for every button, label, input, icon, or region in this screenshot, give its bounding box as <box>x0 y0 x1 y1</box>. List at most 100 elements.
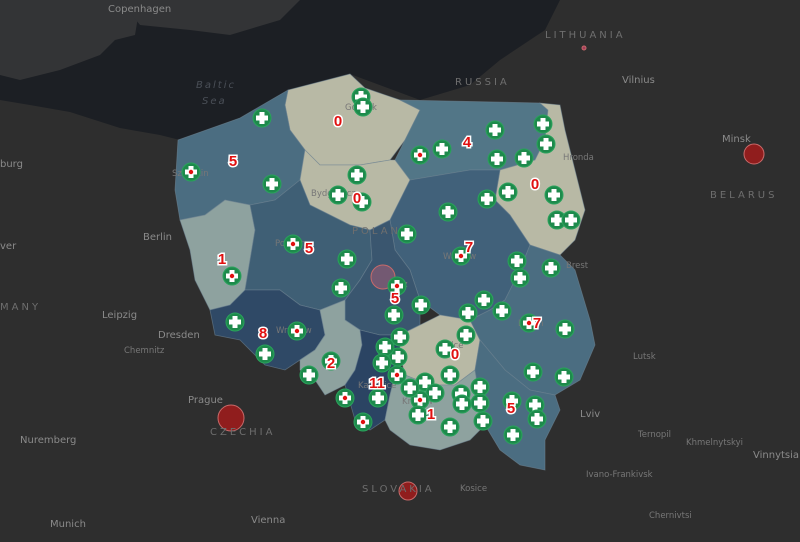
city-label: Vilnius <box>622 75 655 86</box>
medical-cross-icon[interactable] <box>555 319 575 339</box>
medical-cross-icon[interactable] <box>514 148 534 168</box>
medical-cross-icon[interactable] <box>536 134 556 154</box>
medical-cross-icon[interactable] <box>458 303 478 323</box>
medical-cross-icon[interactable] <box>255 344 275 364</box>
region-count-podkarpackie: 5 <box>507 400 515 417</box>
medical-cross-icon[interactable] <box>541 258 561 278</box>
medical-cross-icon[interactable] <box>432 139 452 159</box>
medical-cross-icon[interactable] <box>477 189 497 209</box>
sea-label: Baltic <box>196 80 236 91</box>
medical-cross-icon[interactable] <box>452 394 472 414</box>
medical-cross-icon[interactable] <box>470 393 490 413</box>
region-count-zachodniopomorskie: 5 <box>229 153 237 170</box>
city-label: Kosice <box>460 484 487 494</box>
medical-cross-icon[interactable] <box>353 412 373 432</box>
city-label: Chernivtsi <box>649 511 692 521</box>
city-label: Lutsk <box>633 352 656 362</box>
region-count-slaskie: 11 <box>369 375 385 392</box>
medical-cross-icon[interactable] <box>492 301 512 321</box>
region-count-lubelskie: 7 <box>533 315 541 332</box>
medical-cross-icon[interactable] <box>283 234 303 254</box>
medical-cross-icon[interactable] <box>523 362 543 382</box>
medical-cross-icon[interactable] <box>544 185 564 205</box>
city-label: Berlin <box>143 232 172 243</box>
medical-cross-icon[interactable] <box>456 325 476 345</box>
hotspot-circle-icon[interactable] <box>743 143 765 165</box>
country-label: RUSSIA <box>455 77 510 88</box>
medical-cross-icon[interactable] <box>507 251 527 271</box>
map-canvas[interactable]: Copenhagen burg Berlin ver Leipzig Dresden Che… <box>0 0 800 542</box>
medical-cross-icon[interactable] <box>510 268 530 288</box>
medical-cross-icon[interactable] <box>498 182 518 202</box>
medical-cross-icon[interactable] <box>328 185 348 205</box>
medical-cross-icon[interactable] <box>410 145 430 165</box>
medical-cross-icon[interactable] <box>533 114 553 134</box>
medical-cross-icon[interactable] <box>438 202 458 222</box>
medical-cross-icon[interactable] <box>470 377 490 397</box>
medical-cross-icon[interactable] <box>408 405 428 425</box>
medical-cross-icon[interactable] <box>353 97 373 117</box>
medical-cross-icon[interactable] <box>299 365 319 385</box>
medical-cross-icon[interactable] <box>375 337 395 357</box>
country-label: BELARUS <box>710 190 777 201</box>
hotspot-circle-icon[interactable] <box>581 45 587 51</box>
sea-label: Sea <box>202 96 227 107</box>
region-count-dolnoslaskie: 8 <box>259 325 267 342</box>
region-count-lodzkie: 5 <box>391 290 399 307</box>
medical-cross-icon[interactable] <box>554 367 574 387</box>
region-count-wielkopolskie: 5 <box>305 240 313 257</box>
region-count-pomorskie: 0 <box>334 113 342 130</box>
medical-cross-icon[interactable] <box>181 162 201 182</box>
city-label: burg <box>0 159 23 170</box>
city-label: Vienna <box>251 515 285 526</box>
medical-cross-icon[interactable] <box>474 290 494 310</box>
medical-cross-icon[interactable] <box>503 425 523 445</box>
city-label: Prague <box>188 395 223 406</box>
region-count-kujawsko-pomorskie: 0 <box>353 190 361 207</box>
city-label: Nuremberg <box>20 435 76 446</box>
medical-cross-icon[interactable] <box>400 378 420 398</box>
medical-cross-icon[interactable] <box>527 409 547 429</box>
map-view[interactable]: Copenhagen burg Berlin ver Leipzig Dresden Che… <box>0 0 800 542</box>
city-label: Leipzig <box>102 310 137 321</box>
country-label: SLOVAKIA <box>362 484 435 495</box>
city-label: Dresden <box>158 330 200 341</box>
medical-cross-icon[interactable] <box>372 353 392 373</box>
city-label: Minsk <box>722 134 751 145</box>
region-count-opolskie: 2 <box>327 355 335 372</box>
region-count-warminsko-mazurskie: 4 <box>463 134 472 151</box>
medical-cross-icon[interactable] <box>473 411 493 431</box>
medical-cross-icon[interactable] <box>287 321 307 341</box>
medical-cross-icon[interactable] <box>561 210 581 230</box>
medical-cross-icon[interactable] <box>225 312 245 332</box>
medical-cross-icon[interactable] <box>222 266 242 286</box>
region-count-podlaskie: 0 <box>531 176 539 193</box>
medical-cross-icon[interactable] <box>262 174 282 194</box>
medical-cross-icon[interactable] <box>487 149 507 169</box>
medical-cross-icon[interactable] <box>337 249 357 269</box>
city-label: Hronda <box>563 153 594 163</box>
medical-cross-icon[interactable] <box>397 224 417 244</box>
medical-cross-icon[interactable] <box>252 108 272 128</box>
medical-cross-icon[interactable] <box>411 295 431 315</box>
region-count-lubuskie: 1 <box>218 251 226 268</box>
city-label: Chemnitz <box>124 346 165 356</box>
region-count-mazowieckie: 7 <box>465 239 473 256</box>
medical-cross-icon[interactable] <box>440 365 460 385</box>
city-label: Ternopil <box>637 430 671 440</box>
city-label: Copenhagen <box>108 4 171 15</box>
city-label: Khmelnytskyi <box>686 438 743 448</box>
medical-cross-icon[interactable] <box>384 305 404 325</box>
city-label: Ivano-Frankivsk <box>586 470 653 480</box>
city-label: ver <box>0 241 17 252</box>
medical-cross-icon[interactable] <box>485 120 505 140</box>
medical-cross-icon[interactable] <box>347 165 367 185</box>
medical-cross-icon[interactable] <box>440 417 460 437</box>
country-label: CZECHIA <box>210 427 275 438</box>
city-label: Brest <box>566 261 589 271</box>
city-label: Lviv <box>580 409 600 420</box>
medical-cross-icon[interactable] <box>331 278 351 298</box>
medical-cross-icon[interactable] <box>335 388 355 408</box>
city-label: Vinnytsia <box>753 450 799 461</box>
city-label: Munich <box>50 519 86 530</box>
